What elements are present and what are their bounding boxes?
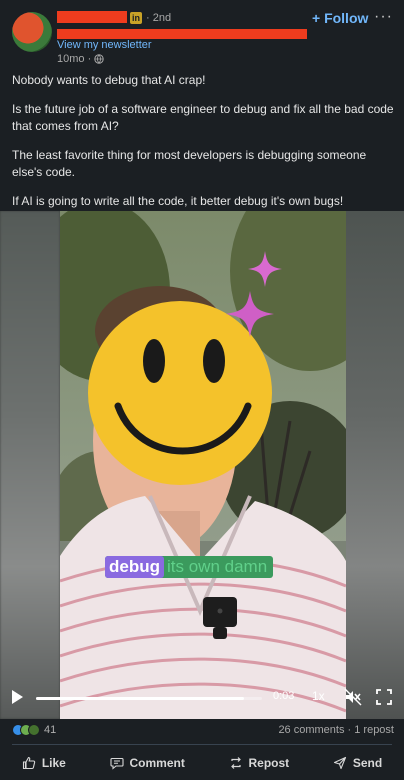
send-icon <box>333 756 346 770</box>
post-paragraph: Is the future job of a software engineer… <box>12 102 394 133</box>
fullscreen-icon[interactable] <box>376 689 392 705</box>
action-bar: Like Comment Repost Send <box>0 750 404 776</box>
post-time-text: 10mo · <box>57 53 92 65</box>
post-time: 10mo · <box>57 53 104 65</box>
post-body: Nobody wants to debug that AI crap! Is t… <box>12 72 396 222</box>
video-player[interactable]: debug its own damn 0:03 1x <box>0 211 404 719</box>
video-progress-bar[interactable] <box>36 697 262 700</box>
video-blur-left <box>0 211 60 719</box>
reactions-count[interactable]: 41 <box>44 724 56 736</box>
video-frame[interactable] <box>60 211 346 719</box>
video-blur-right <box>346 211 404 719</box>
comments-reposts-count[interactable]: 26 comments · 1 repost <box>278 724 394 736</box>
video-time: 0:03 <box>273 690 295 702</box>
reactions-icons[interactable] <box>12 724 42 736</box>
divider <box>12 744 392 745</box>
post-paragraph: The least favorite thing for most develo… <box>12 148 367 179</box>
view-newsletter-link[interactable]: View my newsletter <box>57 39 152 51</box>
video-caption: debug its own damn <box>105 556 274 578</box>
caption-highlight-word: debug <box>105 556 164 578</box>
video-still <box>60 211 346 719</box>
play-icon[interactable] <box>12 690 23 704</box>
like-button[interactable]: Like <box>22 750 66 776</box>
post-paragraph: If AI is going to write all the code, it… <box>12 194 344 208</box>
linkedin-premium-icon: in <box>130 12 142 24</box>
globe-icon <box>94 54 104 64</box>
comment-icon <box>109 757 124 770</box>
comment-label: Comment <box>129 756 185 770</box>
connection-degree: · 2nd <box>146 12 172 24</box>
thumbs-up-icon <box>22 756 36 770</box>
redacted-author-name[interactable] <box>57 11 127 23</box>
playback-speed-button[interactable]: 1x <box>312 689 325 703</box>
repost-label: Repost <box>248 756 290 770</box>
mute-icon[interactable] <box>344 688 362 706</box>
post-paragraph: Nobody wants to debug that AI crap! <box>12 73 206 87</box>
social-counts: 41 26 comments · 1 repost <box>0 722 404 740</box>
repost-button[interactable]: Repost <box>229 750 290 776</box>
more-options-icon[interactable]: ··· <box>374 8 393 26</box>
video-controls: 0:03 1x <box>0 684 404 714</box>
caption-text: its own damn <box>167 557 268 576</box>
follow-button[interactable]: + Follow <box>312 10 368 26</box>
repost-icon <box>230 757 241 769</box>
video-progress-fill <box>36 697 244 700</box>
comment-button[interactable]: Comment <box>109 750 185 776</box>
post-header: in · 2nd View my newsletter 10mo · + Fol… <box>0 0 404 66</box>
redacted-author-headline <box>57 29 307 39</box>
send-label: Send <box>352 756 383 770</box>
send-button[interactable]: Send <box>333 750 382 776</box>
like-label: Like <box>41 756 66 770</box>
author-avatar[interactable] <box>12 12 52 52</box>
